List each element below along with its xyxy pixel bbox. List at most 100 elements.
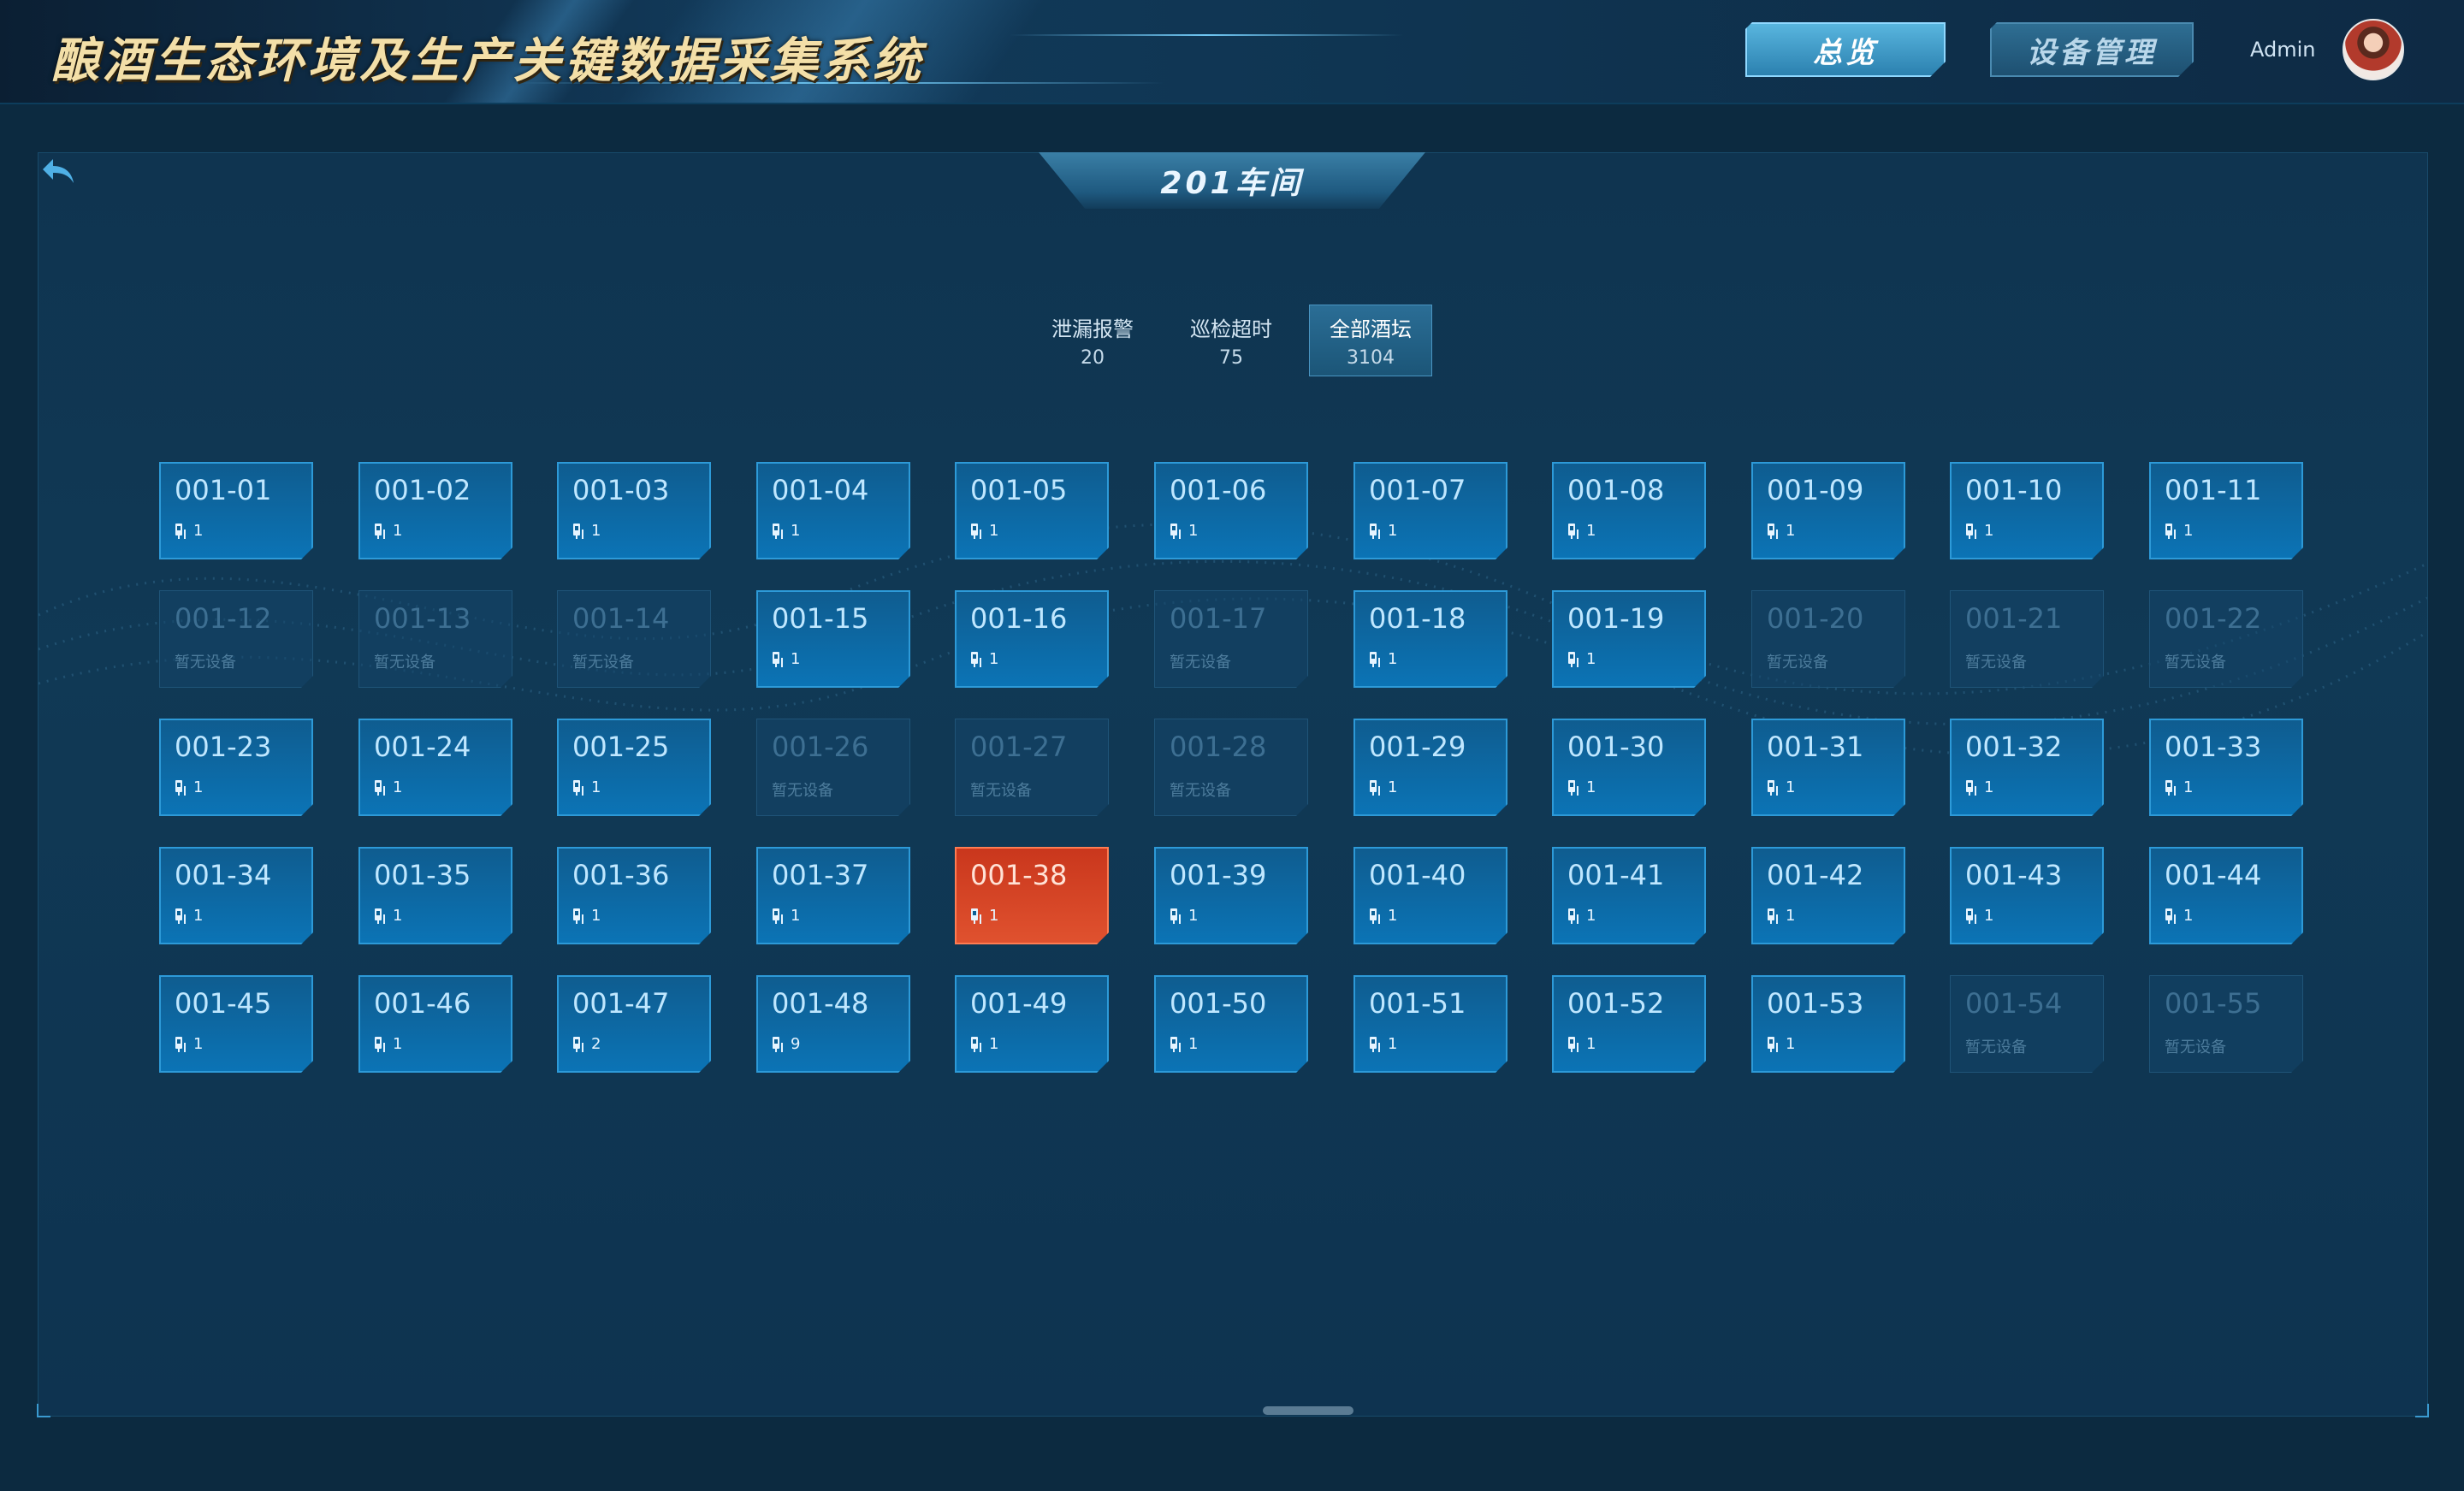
jar-tile[interactable]: 001-34 1	[159, 847, 313, 944]
jar-tile[interactable]: 001-07 1	[1353, 462, 1507, 559]
nav-device-management-button[interactable]: 设备管理	[1990, 22, 2194, 77]
jar-tile[interactable]: 001-17 暂无设备	[1154, 590, 1308, 688]
filter-inspection-timeout[interactable]: 巡检超时 75	[1170, 305, 1293, 376]
jar-tile[interactable]: 001-47 2	[557, 975, 711, 1073]
sensor-device-icon	[1767, 1036, 1779, 1053]
sensor-device-icon	[1567, 1036, 1579, 1053]
device-count-value: 1	[1786, 522, 1796, 540]
jar-tile[interactable]: 001-46 1	[358, 975, 512, 1073]
jar-tile[interactable]: 001-38 1	[955, 847, 1109, 944]
sensor-device-icon	[970, 651, 982, 668]
jar-tile[interactable]: 001-23 1	[159, 719, 313, 816]
jar-tile[interactable]: 001-30 1	[1552, 719, 1706, 816]
jar-tile[interactable]: 001-50 1	[1154, 975, 1308, 1073]
jar-tile[interactable]: 001-33 1	[2149, 719, 2303, 816]
filter-count: 3104	[1347, 347, 1395, 369]
jar-tile[interactable]: 001-03 1	[557, 462, 711, 559]
jar-code: 001-45	[175, 987, 272, 1020]
jar-tile[interactable]: 001-12 暂无设备	[159, 590, 313, 688]
device-count: 1	[772, 907, 800, 925]
jar-tile[interactable]: 001-29 1	[1353, 719, 1507, 816]
jar-tile[interactable]: 001-22 暂无设备	[2149, 590, 2303, 688]
jar-code: 001-54	[1965, 987, 2063, 1020]
jar-tile[interactable]: 001-43 1	[1950, 847, 2104, 944]
jar-tile[interactable]: 001-45 1	[159, 975, 313, 1073]
device-count: 1	[1170, 522, 1198, 540]
sensor-device-icon	[572, 1036, 584, 1053]
device-count-value: 1	[393, 907, 403, 925]
jar-tile[interactable]: 001-20 暂无设备	[1751, 590, 1905, 688]
jar-tile[interactable]: 001-08 1	[1552, 462, 1706, 559]
jar-tile[interactable]: 001-42 1	[1751, 847, 1905, 944]
device-count: 1	[175, 1035, 203, 1053]
device-count-value: 1	[989, 522, 999, 540]
device-count: 1	[175, 778, 203, 796]
jar-tile[interactable]: 001-21 暂无设备	[1950, 590, 2104, 688]
jar-tile[interactable]: 001-28 暂无设备	[1154, 719, 1308, 816]
horizontal-scrollbar[interactable]	[1263, 1406, 1353, 1415]
jar-tile[interactable]: 001-51 1	[1353, 975, 1507, 1073]
jar-code: 001-40	[1369, 859, 1466, 891]
jar-tile[interactable]: 001-41 1	[1552, 847, 1706, 944]
jar-tile[interactable]: 001-18 1	[1353, 590, 1507, 688]
device-count: 1	[1369, 522, 1397, 540]
jar-tile[interactable]: 001-06 1	[1154, 462, 1308, 559]
jar-tile[interactable]: 001-53 1	[1751, 975, 1905, 1073]
jar-tile[interactable]: 001-15 1	[756, 590, 910, 688]
jar-code: 001-12	[175, 602, 272, 635]
sensor-device-icon	[175, 523, 187, 540]
jar-tile[interactable]: 001-52 1	[1552, 975, 1706, 1073]
jar-tile[interactable]: 001-55 暂无设备	[2149, 975, 2303, 1073]
jar-tile[interactable]: 001-14 暂无设备	[557, 590, 711, 688]
device-count-value: 1	[989, 1035, 999, 1053]
jar-tile[interactable]: 001-39 1	[1154, 847, 1308, 944]
jar-tile[interactable]: 001-24 1	[358, 719, 512, 816]
jar-code: 001-42	[1767, 859, 1864, 891]
jar-tile[interactable]: 001-02 1	[358, 462, 512, 559]
user-name[interactable]: Admin	[2250, 38, 2316, 62]
jar-tile[interactable]: 001-31 1	[1751, 719, 1905, 816]
no-device-label: 暂无设备	[970, 782, 1032, 800]
filter-all-jars[interactable]: 全部酒坛 3104	[1309, 305, 1432, 376]
device-count-value: 1	[193, 1035, 204, 1053]
sensor-device-icon	[572, 523, 584, 540]
jar-tile[interactable]: 001-49 1	[955, 975, 1109, 1073]
device-count-value: 9	[791, 1035, 801, 1053]
jar-tile[interactable]: 001-11 1	[2149, 462, 2303, 559]
sensor-device-icon	[175, 908, 187, 925]
jar-tile[interactable]: 001-19 1	[1552, 590, 1706, 688]
back-arrow-icon[interactable]	[38, 151, 79, 192]
jar-tile[interactable]: 001-54 暂无设备	[1950, 975, 2104, 1073]
filter-leak-alarm[interactable]: 泄漏报警 20	[1031, 305, 1154, 376]
jar-tile[interactable]: 001-13 暂无设备	[358, 590, 512, 688]
jar-tile[interactable]: 001-16 1	[955, 590, 1109, 688]
jar-tile[interactable]: 001-25 1	[557, 719, 711, 816]
filter-label: 泄漏报警	[1051, 317, 1134, 341]
avatar[interactable]	[2343, 19, 2404, 80]
jar-tile[interactable]: 001-37 1	[756, 847, 910, 944]
jar-code: 001-47	[572, 987, 670, 1020]
jar-tile[interactable]: 001-36 1	[557, 847, 711, 944]
jar-code: 001-01	[175, 474, 272, 506]
jar-tile[interactable]: 001-04 1	[756, 462, 910, 559]
jar-tile[interactable]: 001-32 1	[1950, 719, 2104, 816]
device-count-value: 1	[393, 522, 403, 540]
jar-tile[interactable]: 001-09 1	[1751, 462, 1905, 559]
jar-tile[interactable]: 001-26 暂无设备	[756, 719, 910, 816]
jar-tile[interactable]: 001-35 1	[358, 847, 512, 944]
jar-tile[interactable]: 001-40 1	[1353, 847, 1507, 944]
panel-corner	[2415, 1404, 2429, 1417]
jar-tile[interactable]: 001-48 9	[756, 975, 910, 1073]
sensor-device-icon	[572, 779, 584, 796]
device-count: 1	[1369, 650, 1397, 668]
no-device-label: 暂无设备	[2165, 1038, 2226, 1056]
jar-tile[interactable]: 001-44 1	[2149, 847, 2303, 944]
sensor-device-icon	[374, 779, 386, 796]
no-device-label: 暂无设备	[1170, 782, 1231, 800]
jar-tile[interactable]: 001-27 暂无设备	[955, 719, 1109, 816]
jar-tile[interactable]: 001-10 1	[1950, 462, 2104, 559]
jar-tile[interactable]: 001-05 1	[955, 462, 1109, 559]
jar-code: 001-41	[1567, 859, 1665, 891]
nav-overview-button[interactable]: 总览	[1745, 22, 1946, 77]
jar-tile[interactable]: 001-01 1	[159, 462, 313, 559]
